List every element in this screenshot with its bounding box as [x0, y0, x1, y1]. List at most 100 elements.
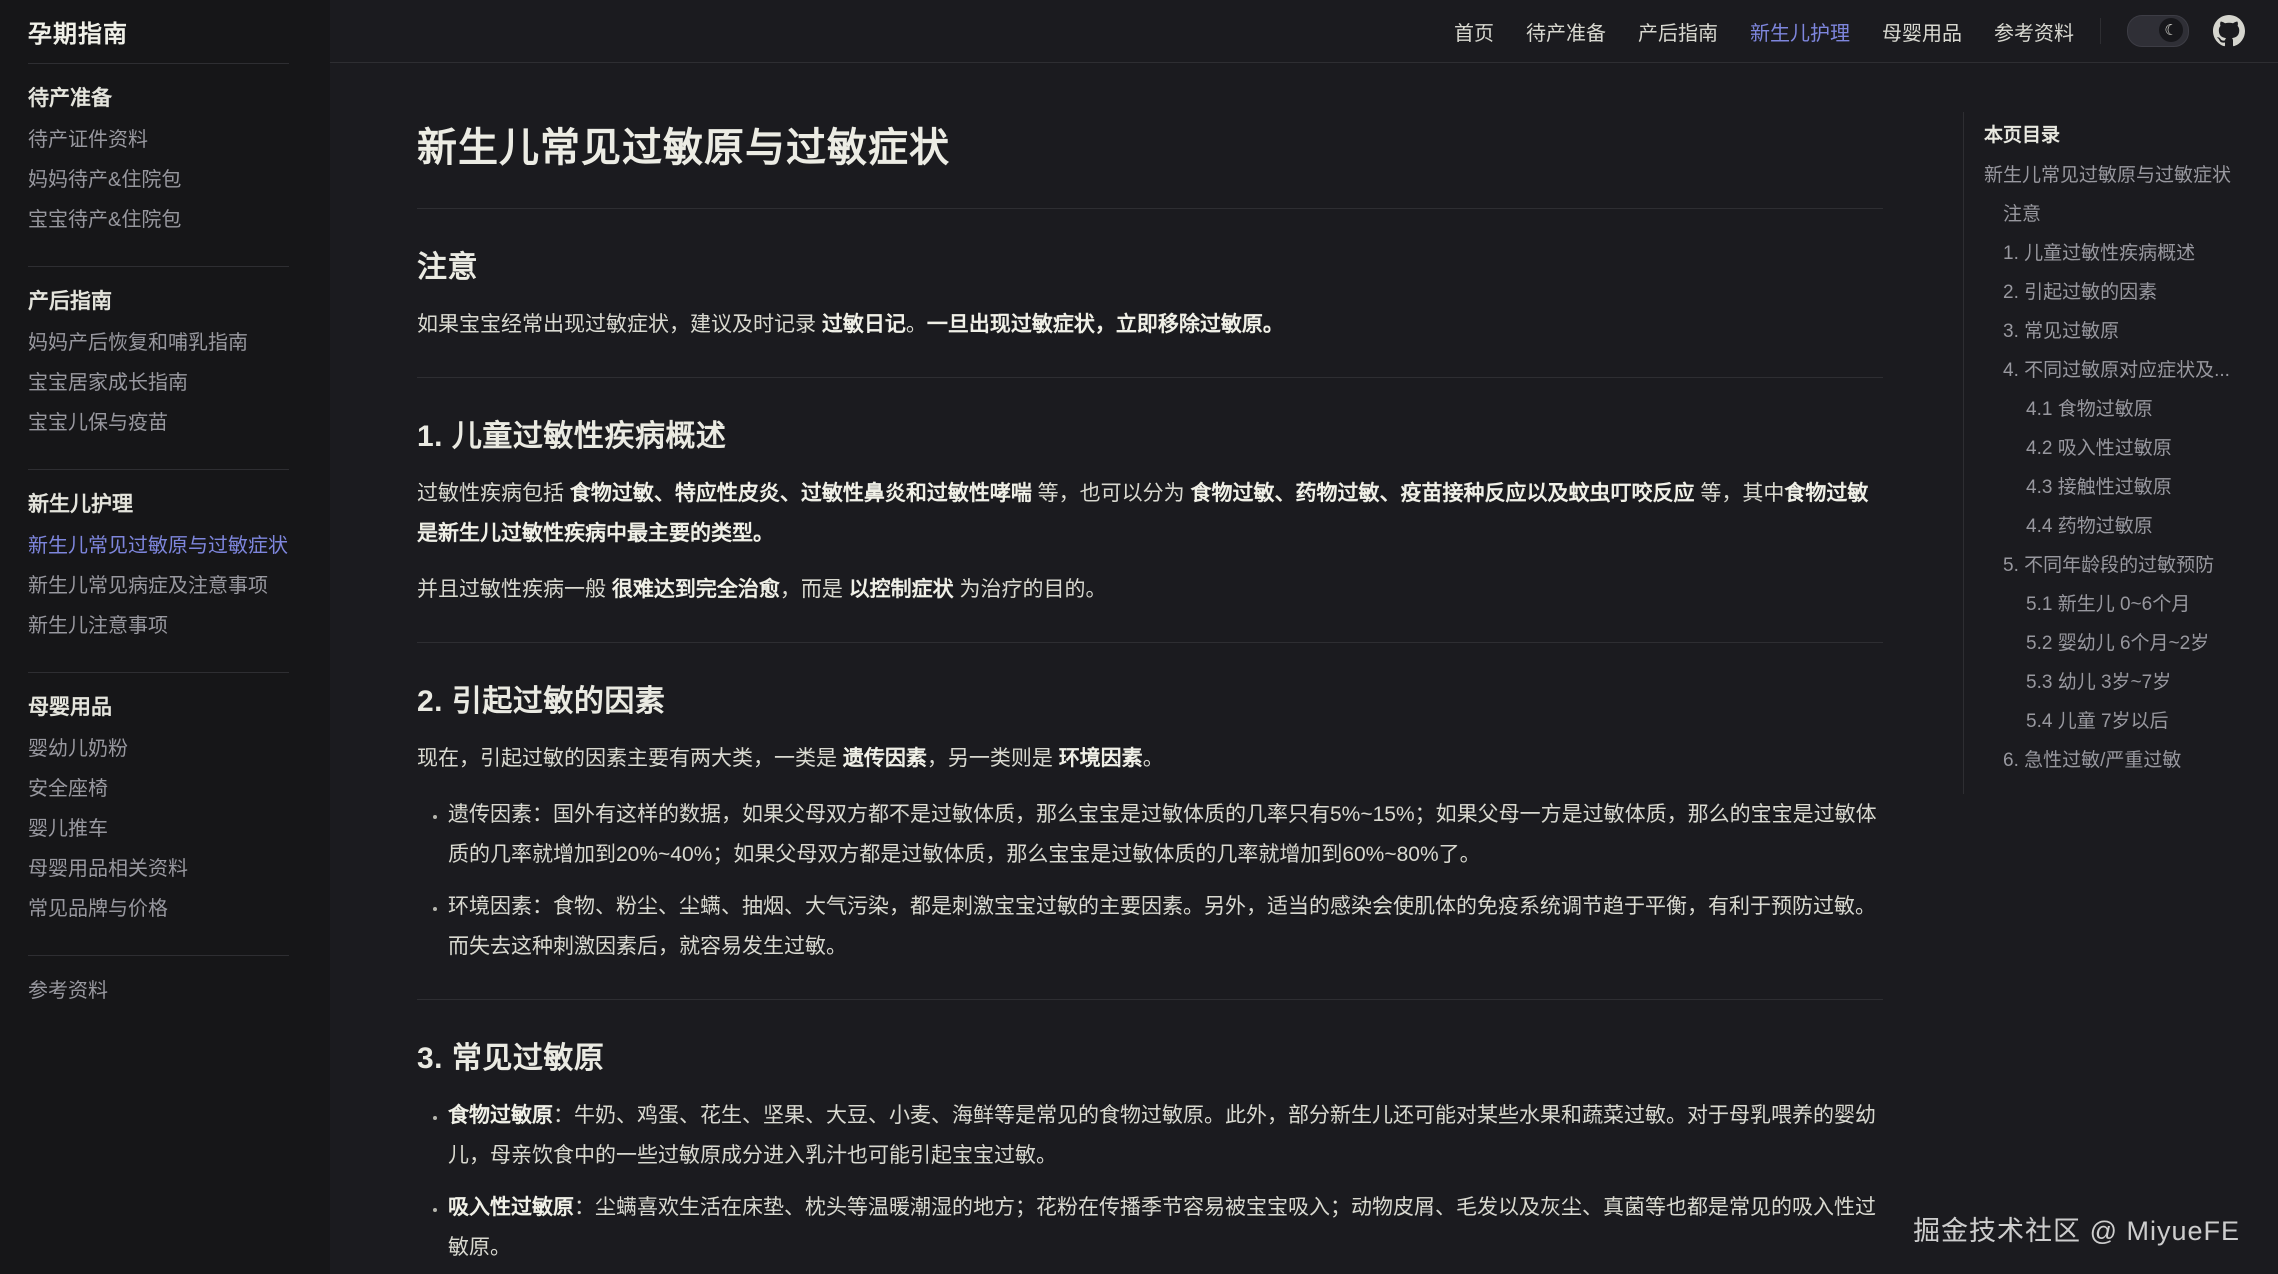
toc-item[interactable]: 1. 儿童过敏性疾病概述: [1984, 234, 2263, 273]
moon-icon: ☾: [2159, 18, 2183, 42]
toc-item[interactable]: 5. 不同年龄段的过敏预防: [1984, 546, 2263, 585]
text: 等，其中: [1695, 482, 1785, 505]
bold-text: 很难达到完全治愈: [612, 578, 780, 601]
toc-title: 本页目录: [1984, 122, 2263, 150]
bullet-list: 食物过敏原：牛奶、鸡蛋、花生、坚果、大豆、小麦、海鲜等是常见的食物过敏原。此外，…: [417, 1096, 1883, 1274]
sidebar-group-title[interactable]: 参考资料: [28, 978, 289, 1004]
text: ：尘螨喜欢生活在床垫、枕头等温暖潮湿的地方；花粉在传播季节容易被宝宝吸入；动物皮…: [448, 1196, 1876, 1259]
text: 等，也可以分为: [1032, 482, 1191, 505]
bold-text: 过敏日记: [822, 313, 906, 336]
text: 环境因素：食物、粉尘、尘螨、抽烟、大气污染，都是刺激宝宝过敏的主要因素。另外，适…: [448, 895, 1876, 958]
nav-link[interactable]: 参考资料: [1994, 17, 2074, 46]
sidebar-group-title: 母婴用品: [28, 695, 289, 721]
nav-link[interactable]: 待产准备: [1526, 17, 1606, 46]
toc-item[interactable]: 5.3 幼儿 3岁~7岁: [1984, 663, 2263, 702]
page: 孕期指南 待产准备待产证件资料妈妈待产&住院包宝宝待产&住院包产后指南妈妈产后恢…: [0, 0, 2278, 1274]
sidebar-groups: 待产准备待产证件资料妈妈待产&住院包宝宝待产&住院包产后指南妈妈产后恢复和哺乳指…: [28, 63, 289, 1030]
bold-text: 环境因素: [1059, 747, 1143, 770]
toc-item[interactable]: 5.2 婴幼儿 6个月~2岁: [1984, 624, 2263, 663]
toc-item[interactable]: 6. 急性过敏/严重过敏: [1984, 741, 2263, 780]
sidebar-item[interactable]: 妈妈待产&住院包: [28, 160, 289, 200]
toc-item[interactable]: 4.2 吸入性过敏原: [1984, 429, 2263, 468]
bold-text: 吸入性过敏原: [448, 1196, 574, 1219]
toc-item[interactable]: 2. 引起过敏的因素: [1984, 273, 2263, 312]
sidebar-header: 孕期指南: [28, 0, 289, 63]
watermark: 掘金技术社区 @ MiyueFE: [1913, 1209, 2240, 1248]
paragraph: 过敏性疾病包括 食物过敏、特应性皮炎、过敏性鼻炎和过敏性哮喘 等，也可以分为 食…: [417, 474, 1883, 554]
bold-text: 食物过敏、特应性皮炎、过敏性鼻炎和过敏性哮喘: [570, 482, 1032, 505]
text: 为治疗的目的。: [954, 578, 1107, 601]
toc-items: 新生儿常见过敏原与过敏症状注意1. 儿童过敏性疾病概述2. 引起过敏的因素3. …: [1984, 156, 2263, 780]
sidebar-item[interactable]: 安全座椅: [28, 769, 289, 809]
page-title: 新生儿常见过敏原与过敏症状: [417, 120, 1883, 176]
github-icon: [2213, 15, 2245, 47]
sidebar-group: 母婴用品婴幼儿奶粉安全座椅婴儿推车母婴用品相关资料常见品牌与价格: [28, 672, 289, 955]
section-heading: 1. 儿童过敏性疾病概述: [417, 416, 1883, 458]
toc-item[interactable]: 4.3 接触性过敏原: [1984, 468, 2263, 507]
site-title: 孕期指南: [28, 14, 128, 49]
sidebar-group: 待产准备待产证件资料妈妈待产&住院包宝宝待产&住院包: [28, 63, 289, 266]
paragraph: 现在，引起过敏的因素主要有两大类，一类是 遗传因素，另一类则是 环境因素。: [417, 739, 1883, 779]
theme-toggle[interactable]: ☾: [2127, 15, 2189, 47]
section-heading: 2. 引起过敏的因素: [417, 681, 1883, 723]
sidebar-item[interactable]: 婴幼儿奶粉: [28, 729, 289, 769]
toc-item[interactable]: 3. 常见过敏原: [1984, 312, 2263, 351]
sidebar-item[interactable]: 新生儿常见病症及注意事项: [28, 566, 289, 606]
sidebar-item[interactable]: 宝宝儿保与疫苗: [28, 403, 289, 443]
text: 。: [1143, 747, 1164, 770]
sidebar-group-title: 待产准备: [28, 86, 289, 112]
nav-link[interactable]: 母婴用品: [1882, 17, 1962, 46]
sidebar-item[interactable]: 新生儿注意事项: [28, 606, 289, 646]
sidebar-group: 参考资料: [28, 955, 289, 1030]
text: ，而是: [780, 578, 849, 601]
toc-item[interactable]: 4. 不同过敏原对应症状及...: [1984, 351, 2263, 390]
section-heading: 3. 常见过敏原: [417, 1038, 1883, 1080]
toc-item[interactable]: 4.1 食物过敏原: [1984, 390, 2263, 429]
sidebar-group: 新生儿护理新生儿常见过敏原与过敏症状新生儿常见病症及注意事项新生儿注意事项: [28, 469, 289, 672]
sidebar-item[interactable]: 宝宝待产&住院包: [28, 200, 289, 240]
toc-item[interactable]: 5.4 儿童 7岁以后: [1984, 702, 2263, 741]
outline-aside: 本页目录 新生儿常见过敏原与过敏症状注意1. 儿童过敏性疾病概述2. 引起过敏的…: [1963, 112, 2263, 794]
sidebar-item[interactable]: 母婴用品相关资料: [28, 849, 289, 889]
bullet-list: 遗传因素：国外有这样的数据，如果父母双方都不是过敏体质，那么宝宝是过敏体质的几率…: [417, 795, 1883, 967]
list-item: 食物过敏原：牛奶、鸡蛋、花生、坚果、大豆、小麦、海鲜等是常见的食物过敏原。此外，…: [448, 1096, 1883, 1176]
nav-link[interactable]: 首页: [1454, 17, 1494, 46]
sidebar-item[interactable]: 妈妈产后恢复和哺乳指南: [28, 323, 289, 363]
toc: 本页目录 新生儿常见过敏原与过敏症状注意1. 儿童过敏性疾病概述2. 引起过敏的…: [1963, 112, 2263, 794]
sidebar-group: 产后指南妈妈产后恢复和哺乳指南宝宝居家成长指南宝宝儿保与疫苗: [28, 266, 289, 469]
sidebar-item[interactable]: 待产证件资料: [28, 120, 289, 160]
text: 遗传因素：国外有这样的数据，如果父母双方都不是过敏体质，那么宝宝是过敏体质的几率…: [448, 803, 1877, 866]
sidebar-item[interactable]: 婴儿推车: [28, 809, 289, 849]
nav-link[interactable]: 新生儿护理: [1750, 17, 1850, 46]
sidebar-item[interactable]: 新生儿常见过敏原与过敏症状: [28, 526, 289, 566]
toc-item[interactable]: 5.1 新生儿 0~6个月: [1984, 585, 2263, 624]
text: 现在，引起过敏的因素主要有两大类，一类是: [417, 747, 843, 770]
text: 过敏性疾病包括: [417, 482, 570, 505]
sidebar-group-title: 产后指南: [28, 289, 289, 315]
sidebar-item[interactable]: 常见品牌与价格: [28, 889, 289, 929]
doc-sections: 注意如果宝宝经常出现过敏症状，建议及时记录 过敏日记。 一旦出现过敏症状，立即移除…: [417, 208, 1883, 1274]
sidebar-item[interactable]: 宝宝居家成长指南: [28, 363, 289, 403]
bold-text: 以控制症状: [849, 578, 954, 601]
text: 如果宝宝经常出现过敏症状，建议及时记录: [417, 313, 822, 336]
section-heading: 注意: [417, 247, 1883, 289]
bold-text: 一旦出现过敏症状，立即移除过敏原。: [927, 313, 1284, 336]
toc-item[interactable]: 新生儿常见过敏原与过敏症状: [1984, 156, 2263, 195]
bold-text: 食物过敏、药物过敏、疫苗接种反应以及蚊虫叮咬反应: [1191, 482, 1695, 505]
list-item: 遗传因素：国外有这样的数据，如果父母双方都不是过敏体质，那么宝宝是过敏体质的几率…: [448, 795, 1883, 875]
nav-divider: [2100, 18, 2101, 44]
text: 并且过敏性疾病一般: [417, 578, 612, 601]
top-nav: 首页 待产准备 产后指南 新生儿护理 母婴用品 参考资料 ☾: [330, 0, 2278, 63]
paragraph: 并且过敏性疾病一般 很难达到完全治愈，而是 以控制症状 为治疗的目的。: [417, 570, 1883, 610]
toc-item[interactable]: 4.4 药物过敏原: [1984, 507, 2263, 546]
github-link[interactable]: [2213, 15, 2245, 47]
toc-item[interactable]: 注意: [1984, 195, 2263, 234]
doc-content: 新生儿常见过敏原与过敏症状 注意如果宝宝经常出现过敏症状，建议及时记录 过敏日记…: [417, 63, 1883, 1274]
doc-section: 3. 常见过敏原食物过敏原：牛奶、鸡蛋、花生、坚果、大豆、小麦、海鲜等是常见的食…: [417, 999, 1883, 1274]
nav-link[interactable]: 产后指南: [1638, 17, 1718, 46]
text: ：牛奶、鸡蛋、花生、坚果、大豆、小麦、海鲜等是常见的食物过敏原。此外，部分新生儿…: [448, 1104, 1876, 1167]
sidebar-group-title: 新生儿护理: [28, 492, 289, 518]
list-item: 吸入性过敏原：尘螨喜欢生活在床垫、枕头等温暖潮湿的地方；花粉在传播季节容易被宝宝…: [448, 1188, 1883, 1268]
doc-section: 2. 引起过敏的因素现在，引起过敏的因素主要有两大类，一类是 遗传因素，另一类则…: [417, 642, 1883, 967]
text: ，另一类则是: [927, 747, 1059, 770]
